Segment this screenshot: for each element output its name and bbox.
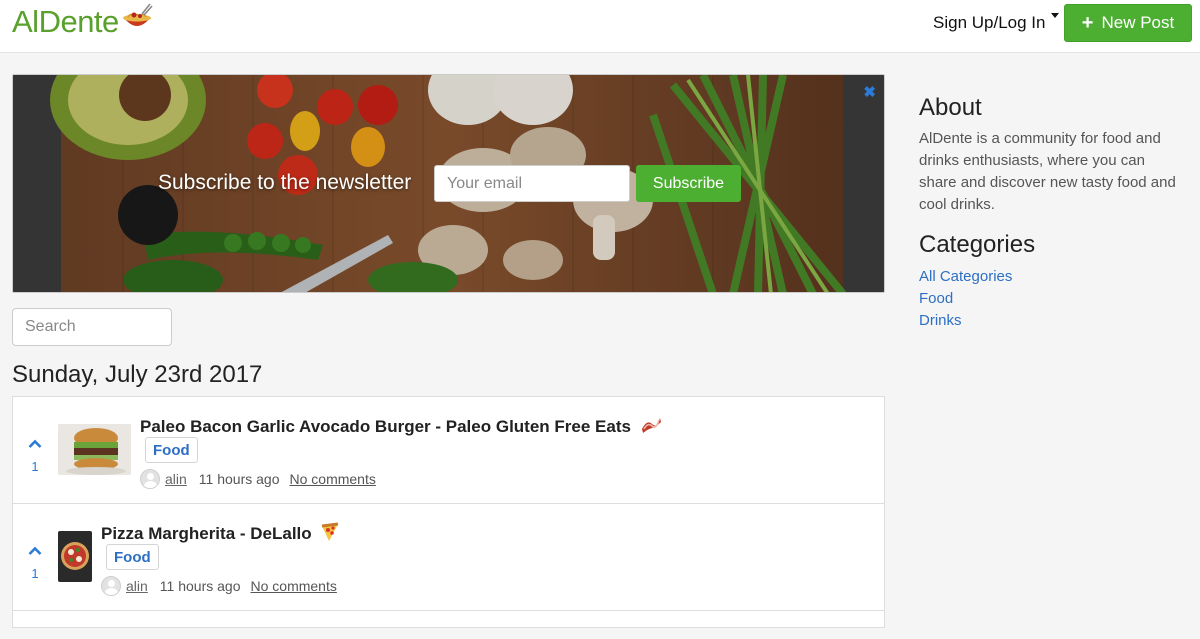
upvote-control[interactable]: 1 <box>25 435 45 474</box>
upvote-arrow-icon[interactable] <box>28 546 42 555</box>
category-tag[interactable]: Food <box>145 437 198 463</box>
comments-link[interactable]: No comments <box>251 578 337 594</box>
category-tag[interactable]: Food <box>106 544 159 570</box>
post-item: 1 Paleo Bacon Garlic Avocado Burger - Pa… <box>13 397 884 504</box>
newsletter-banner: ✖ Subscribe to the newsletter Your email… <box>12 74 885 293</box>
signup-login-dropdown[interactable]: Sign Up/Log In <box>933 13 1060 33</box>
caret-down-icon <box>1051 13 1060 18</box>
pizza-icon <box>320 522 340 547</box>
logo[interactable]: AlDente <box>12 2 154 40</box>
spaghetti-bowl-icon <box>120 2 154 37</box>
logo-text: AlDente <box>12 4 119 39</box>
search-input[interactable]: Search <box>12 308 172 346</box>
post-time: 11 hours ago <box>159 578 241 594</box>
new-post-button[interactable]: + New Post <box>1064 4 1192 42</box>
signup-login-label: Sign Up/Log In <box>933 13 1046 32</box>
categories-heading: Categories <box>919 231 1036 258</box>
date-heading: Sunday, July 23rd 2017 <box>12 361 263 388</box>
new-post-label: New Post <box>1101 13 1175 32</box>
avatar[interactable] <box>101 576 121 596</box>
vote-count: 1 <box>31 459 39 474</box>
close-icon[interactable]: ✖ <box>863 83 876 101</box>
post-title-link[interactable]: Paleo Bacon Garlic Avocado Burger - Pale… <box>140 415 662 440</box>
author-link[interactable]: alin <box>165 471 187 487</box>
category-link-food[interactable]: Food <box>919 288 1012 310</box>
post-title: Paleo Bacon Garlic Avocado Burger - Pale… <box>140 416 631 436</box>
category-link-drinks[interactable]: Drinks <box>919 310 1012 332</box>
about-text: AlDente is a community for food and drin… <box>919 130 1176 213</box>
post-thumbnail[interactable] <box>58 424 131 475</box>
upvote-control[interactable]: 1 <box>25 542 45 581</box>
category-list: All Categories Food Drinks <box>919 266 1012 332</box>
avatar[interactable] <box>140 469 160 489</box>
post-item: 1 Pizza Margherita - DeLallo Food alin 1… <box>13 504 884 611</box>
category-link-all[interactable]: All Categories <box>919 266 1012 288</box>
author-link[interactable]: alin <box>126 578 148 594</box>
top-navbar: AlDente Sign Up/Log In + New Post <box>0 0 1200 53</box>
upvote-arrow-icon[interactable] <box>28 439 42 448</box>
post-thumbnail[interactable] <box>58 531 92 582</box>
bacon-icon <box>640 415 662 440</box>
post-time: 11 hours ago <box>198 471 280 487</box>
post-meta: alin 11 hours ago No comments <box>140 469 376 489</box>
newsletter-email-input[interactable]: Your email <box>434 165 630 202</box>
newsletter-title: Subscribe to the newsletter <box>158 171 412 194</box>
about-heading: About <box>919 94 982 121</box>
vote-count: 1 <box>31 566 39 581</box>
subscribe-button[interactable]: Subscribe <box>636 165 741 202</box>
post-title: Pizza Margherita - DeLallo <box>101 523 312 543</box>
comments-link[interactable]: No comments <box>290 471 376 487</box>
plus-icon: + <box>1081 11 1094 34</box>
email-placeholder: Your email <box>447 174 523 192</box>
post-meta: alin 11 hours ago No comments <box>101 576 337 596</box>
post-list: 1 Paleo Bacon Garlic Avocado Burger - Pa… <box>12 396 885 628</box>
search-placeholder: Search <box>25 318 76 335</box>
